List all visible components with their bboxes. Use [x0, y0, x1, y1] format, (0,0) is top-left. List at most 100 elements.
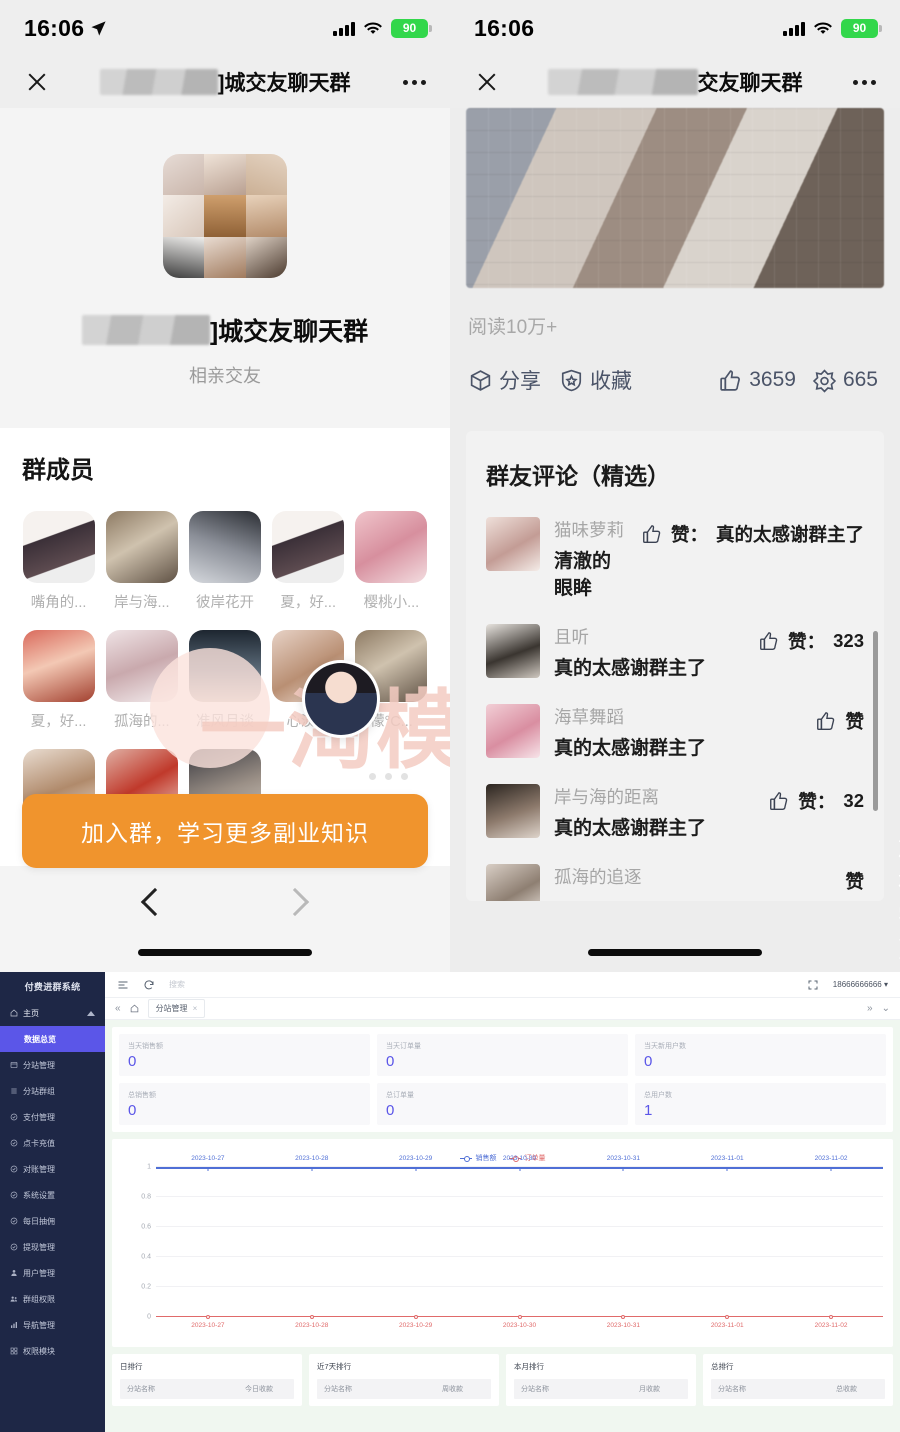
- chevron-down-icon[interactable]: ⌄: [882, 1003, 890, 1014]
- sidebar-item-card-recharge[interactable]: 点卡充值: [0, 1130, 105, 1156]
- home-tab-icon[interactable]: [130, 1004, 139, 1013]
- member-item[interactable]: 岸与海...: [105, 511, 178, 612]
- avatar: [486, 864, 540, 901]
- close-icon[interactable]: [24, 69, 50, 95]
- browser-bottom-nav: [0, 870, 450, 972]
- chevron-right-icon[interactable]: [280, 887, 310, 917]
- sidebar-item-site-management[interactable]: 分站管理: [0, 1052, 105, 1078]
- module-icon: [10, 1347, 18, 1355]
- stat-label: 当天订单量: [386, 1043, 421, 1050]
- join-group-button-left[interactable]: 加入群，学习更多副业知识: [22, 794, 428, 868]
- customer-service-avatar[interactable]: [302, 660, 380, 738]
- x-axis-tick-label-bottom: 2023-10-27: [191, 1322, 225, 1329]
- comment-like[interactable]: 赞: [845, 864, 864, 894]
- chart-data-point: [517, 1315, 522, 1319]
- like-label: 赞：: [670, 524, 708, 545]
- member-item[interactable]: 嘴角的...: [22, 511, 95, 612]
- comment-text: 真的太感谢群主了: [554, 738, 707, 759]
- stat-value: 0: [128, 1053, 137, 1070]
- nav-title-text: ]城交友聊天群: [217, 72, 351, 95]
- redacted-group-name: [81, 315, 210, 345]
- article-hero-image: [466, 108, 884, 288]
- sidebar-item-home[interactable]: 主页: [0, 1000, 105, 1026]
- refresh-icon[interactable]: [143, 979, 155, 991]
- comment-text: 真的太感谢群主了: [554, 658, 707, 679]
- share-count: 665: [842, 368, 878, 391]
- comment-like[interactable]: 赞： 真的太感谢群主了: [641, 517, 864, 547]
- scrollbar[interactable]: [873, 631, 878, 811]
- signal-bars-icon: [333, 21, 355, 36]
- stat-card: 当天新用户数 0: [635, 1034, 886, 1076]
- ranking-table-header: 分站名称 月收款: [514, 1379, 688, 1399]
- member-name: 嘴角的...: [30, 595, 87, 611]
- sidebar-item-system-settings[interactable]: 系统设置: [0, 1182, 105, 1208]
- like-label: 赞：: [788, 631, 826, 652]
- x-axis-tick-label-top: 2023-10-30: [502, 1155, 537, 1162]
- sidebar-item-site-groups[interactable]: 分站群组: [0, 1078, 105, 1104]
- column-header-amount: 今日收款: [245, 1386, 273, 1393]
- legend-item-sales[interactable]: 销售额: [459, 1153, 497, 1163]
- more-dots-icon[interactable]: [403, 79, 426, 85]
- thumbs-up-icon: [770, 792, 788, 810]
- share-button[interactable]: 分享: [468, 365, 541, 395]
- x-axis-tick-label-bottom: 2023-11-02: [814, 1322, 848, 1329]
- battery-indicator: 90: [391, 18, 432, 38]
- sidebar-item-navigation[interactable]: 导航管理: [0, 1312, 105, 1338]
- forward-button[interactable]: 665: [812, 368, 878, 393]
- tab-site-management[interactable]: 分站管理 ×: [147, 999, 206, 1018]
- status-bar-right: 16:06 90: [450, 0, 900, 56]
- ranking-title: 总排行: [711, 1362, 734, 1371]
- phone-right: 16:06 90 交友聊天群 阅读10万+ 分享 收藏 3659 665 群友评…: [450, 0, 900, 972]
- battery-level: 90: [852, 21, 867, 35]
- like-value: 真的太感谢群主了: [715, 524, 864, 545]
- comment-like[interactable]: 赞: [815, 704, 864, 734]
- member-item[interactable]: 彼岸花开: [188, 511, 261, 612]
- double-chevron-right-icon[interactable]: »: [867, 1003, 873, 1014]
- stats-panel: 当天销售额 0 当天订单量 0 当天新用户数 0 总销售额 0 总订单量 0 总…: [112, 1027, 893, 1132]
- sidebar-item-daily-commission[interactable]: 每日抽佣: [0, 1208, 105, 1234]
- member-item[interactable]: 夏，好...: [22, 630, 95, 731]
- close-icon[interactable]: [474, 69, 500, 95]
- chevron-left-icon[interactable]: [140, 887, 170, 917]
- carousel-dots[interactable]: [369, 773, 408, 780]
- phone-left: 16:06 90]城交友聊天群]城交友聊天群 相亲交友 群成员 嘴角的...…: [0, 0, 450, 972]
- chart-gridline: [156, 1286, 883, 1287]
- sidebar-item-permission-module[interactable]: 权限模块: [0, 1338, 105, 1364]
- member-item[interactable]: 樱桃小...: [355, 511, 428, 612]
- y-axis-tick-label: 0.6: [141, 1223, 151, 1231]
- favorite-button[interactable]: 收藏: [559, 365, 632, 395]
- x-axis-tickmark: [726, 1167, 728, 1171]
- menu-icon[interactable]: [117, 979, 129, 991]
- sidebar-item-payment[interactable]: 支付管理: [0, 1104, 105, 1130]
- ranking-card-7days: 近7天排行 分站名称 周收款: [309, 1354, 499, 1406]
- ranking-table-header: 分站名称 今日收款: [120, 1379, 294, 1399]
- comment-like[interactable]: 赞： 323: [758, 624, 864, 654]
- y-axis-tick-label: 0.8: [141, 1193, 151, 1201]
- stat-card: 当天订单量 0: [377, 1034, 628, 1076]
- wifi-icon: [364, 21, 382, 34]
- close-icon[interactable]: ×: [193, 1004, 198, 1013]
- stats-grid: 当天销售额 0 当天订单量 0 当天新用户数 0 总销售额 0 总订单量 0 总…: [119, 1034, 886, 1125]
- search-input[interactable]: 搜索: [169, 979, 185, 990]
- fullscreen-icon[interactable]: [807, 979, 819, 991]
- comment-like[interactable]: 赞： 32: [768, 784, 864, 814]
- status-right: 90: [783, 18, 882, 38]
- group-title: ]城交友聊天群: [0, 312, 450, 348]
- account-menu[interactable]: 18666666666 ▾: [833, 980, 888, 989]
- comment-text: 清澈的眼眸: [554, 551, 612, 599]
- double-chevron-left-icon[interactable]: «: [115, 1003, 121, 1014]
- sidebar-item-withdrawal[interactable]: 提现管理: [0, 1234, 105, 1260]
- more-dots-icon[interactable]: [853, 79, 876, 85]
- sidebar-item-data-overview[interactable]: 数据总览: [0, 1026, 105, 1052]
- sidebar-label: 支付管理: [23, 1112, 55, 1122]
- like-button[interactable]: 3659: [718, 368, 796, 393]
- sidebar-item-user-management[interactable]: 用户管理: [0, 1260, 105, 1286]
- sidebar-item-group-permissions[interactable]: 群组权限: [0, 1286, 105, 1312]
- x-axis-tick-label-bottom: 2023-10-30: [502, 1322, 537, 1329]
- check-circle-icon: [10, 1217, 18, 1225]
- sidebar-item-reconciliation[interactable]: 对账管理: [0, 1156, 105, 1182]
- sidebar-label: 权限模块: [23, 1346, 55, 1356]
- member-item[interactable]: 夏，好...: [272, 511, 345, 612]
- ranking-title: 本月排行: [514, 1362, 544, 1371]
- nav-bar-right: 交友聊天群: [450, 56, 900, 108]
